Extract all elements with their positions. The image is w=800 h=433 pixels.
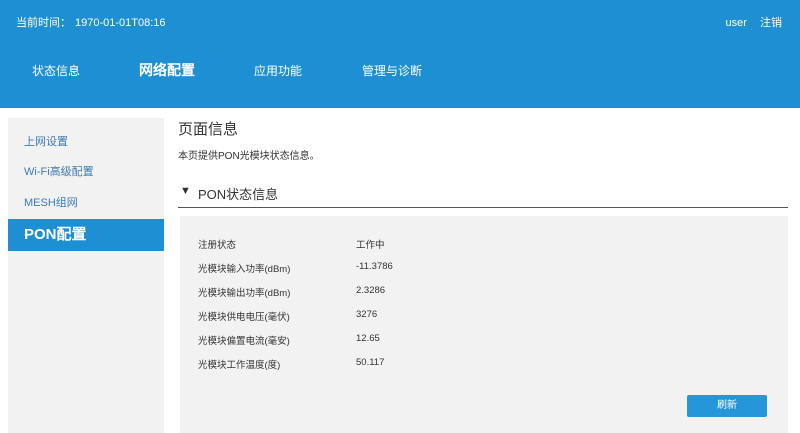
- time-value: 1970-01-01T08:16: [75, 17, 166, 29]
- content-panel: 上网设置 Wi-Fi高级配置 MESH组网 PON配置 页面信息 本页提供PON…: [0, 108, 800, 433]
- row-label: 注册状态: [198, 240, 237, 251]
- pon-status-box: 注册状态 工作中 光模块输入功率(dBm) -11.3786 光模块输出功率(d…: [180, 216, 788, 433]
- top-header: 当前时间： 1970-01-01T08:16 user 注销 状态信息 网络配置 …: [0, 0, 800, 108]
- status-row: 光模块输入功率(dBm) -11.3786: [198, 261, 758, 275]
- user-area: user 注销: [716, 14, 782, 30]
- row-value: -11.3786: [356, 261, 393, 272]
- page-description: 本页提供PON光模块状态信息。: [178, 151, 320, 162]
- main-content: 页面信息 本页提供PON光模块状态信息。 ▼ PON状态信息 注册状态 工作中 …: [178, 108, 790, 433]
- refresh-button[interactable]: 刷新: [687, 395, 767, 417]
- status-row: 光模块工作温度(度) 50.117: [198, 357, 758, 371]
- row-label: 光模块输入功率(dBm): [198, 264, 291, 275]
- row-value: 3276: [356, 309, 378, 320]
- nav-status-info[interactable]: 状态信息: [32, 62, 80, 79]
- nav-management-diagnostics[interactable]: 管理与诊断: [362, 62, 422, 79]
- status-row: 光模块输出功率(dBm) 2.3286: [198, 285, 758, 299]
- username: user: [725, 17, 747, 29]
- row-label: 光模块供电电压(毫伏): [198, 312, 290, 323]
- collapse-arrow-icon[interactable]: ▼: [180, 185, 191, 197]
- logout-link[interactable]: 注销: [760, 17, 782, 29]
- status-row: 光模块供电电压(毫伏) 3276: [198, 309, 758, 323]
- current-time: 当前时间： 1970-01-01T08:16: [16, 14, 170, 30]
- sidebar-item-wifi-advanced[interactable]: Wi-Fi高级配置: [8, 157, 164, 187]
- row-value: 2.3286: [356, 285, 386, 296]
- sidebar-item-internet-settings[interactable]: 上网设置: [8, 127, 164, 157]
- sidebar-item-pon-config[interactable]: PON配置: [8, 219, 164, 251]
- nav-network-config[interactable]: 网络配置: [139, 60, 195, 80]
- nav-applications[interactable]: 应用功能: [254, 62, 302, 79]
- page-title: 页面信息: [178, 121, 239, 138]
- section-header[interactable]: ▼ PON状态信息: [178, 184, 788, 208]
- sidebar-item-mesh[interactable]: MESH组网: [8, 188, 164, 218]
- time-label: 当前时间：: [16, 17, 71, 29]
- row-value: 工作中: [356, 240, 385, 251]
- row-label: 光模块偏置电流(毫安): [198, 336, 290, 347]
- status-row: 注册状态 工作中: [198, 237, 758, 251]
- row-label: 光模块输出功率(dBm): [198, 288, 291, 299]
- sidebar: 上网设置 Wi-Fi高级配置 MESH组网 PON配置: [8, 118, 164, 433]
- section-title: PON状态信息: [198, 187, 279, 202]
- status-row: 光模块偏置电流(毫安) 12.65: [198, 333, 758, 347]
- row-label: 光模块工作温度(度): [198, 360, 281, 371]
- row-value: 50.117: [356, 357, 385, 368]
- row-value: 12.65: [356, 333, 380, 344]
